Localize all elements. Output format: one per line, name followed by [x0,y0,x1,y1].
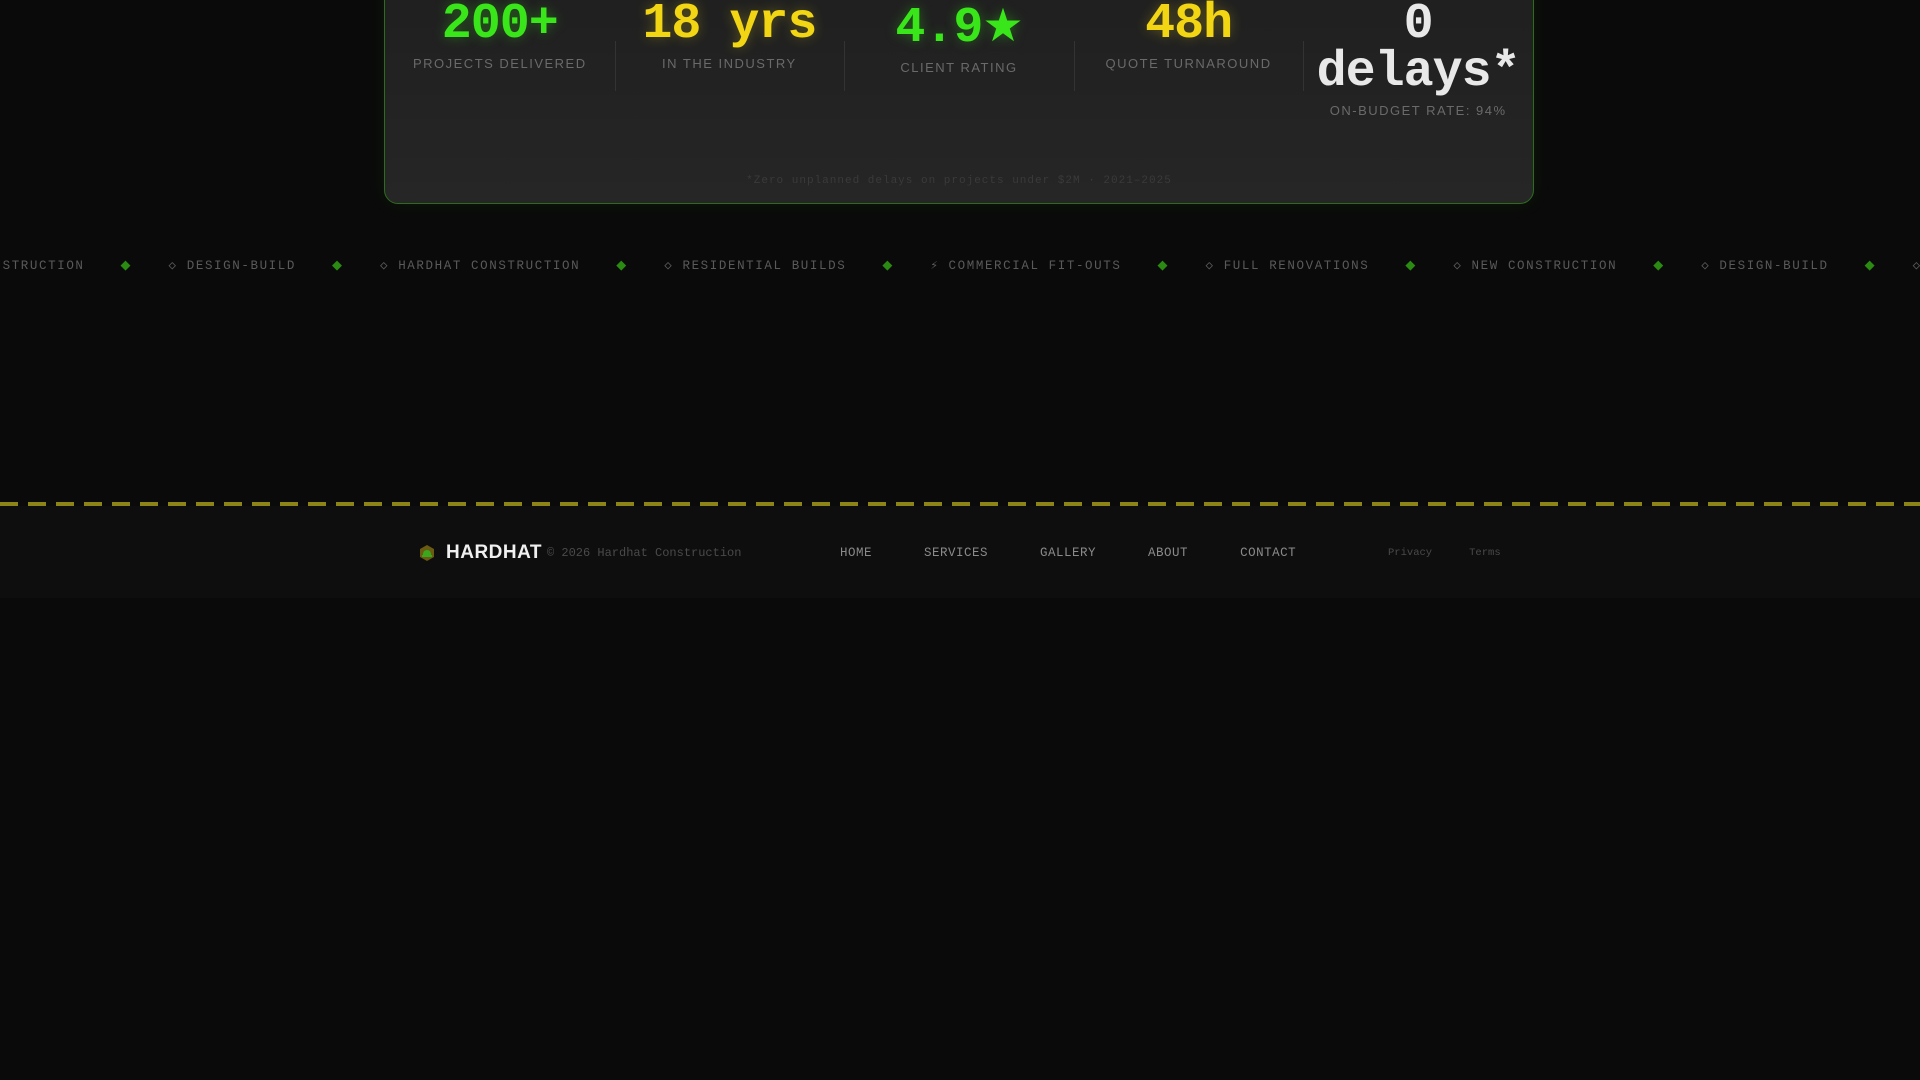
stat-value: 18 yrs [642,0,817,53]
terms-link[interactable]: Terms [1469,547,1501,559]
diamond-separator-icon: ◆ [616,258,627,273]
marquee-item: ◇ RESIDENTIAL BUILDS [664,259,847,273]
stat-value: 4.9★ [844,0,1074,54]
diamond-separator-icon: ◆ [331,258,342,273]
stats-row: 200+ PROJECTS DELIVERED 18 yrs IN THE IN… [385,0,1533,118]
stat-rating: 4.9★ CLIENT RATING [844,1,1074,118]
services-marquee: EW CONSTRUCTION ◆ ◇ DESIGN-BUILD ◆ ◇ HARDHAT… [0,256,1920,276]
stat-value-line2: delays* [1316,44,1521,101]
stat-value: 200+ [441,0,559,53]
stat-label: QUOTE TURNAROUND [1105,56,1272,71]
stat-label: CLIENT RATING [900,60,1018,75]
marquee-item: ◇ FULL RENOVATIONS [1205,259,1370,273]
stat-value: 0 delays* [1303,0,1533,101]
footer-nav-services[interactable]: SERVICES [924,546,988,560]
footer-brand[interactable]: HARDHAT [418,542,542,564]
hardhat-icon [418,544,436,562]
footer-nav-gallery[interactable]: GALLERY [1040,546,1096,560]
diamond-separator-icon: ◆ [882,258,893,273]
marquee-item: EW CONSTRUCTION [0,259,85,273]
stat-projects: 200+ PROJECTS DELIVERED [385,0,615,118]
stat-turnaround: 48h QUOTE TURNAROUND [1073,0,1304,118]
diamond-separator-icon: ◆ [1405,258,1416,273]
marquee-item: ⚡ COMMERCIAL FIT-OUTS [930,259,1122,273]
stat-label: IN THE INDUSTRY [662,56,797,71]
stat-delays: 0 delays* ON-BUDGET RATE: 94% [1303,0,1533,118]
stat-years: 18 yrs IN THE INDUSTRY [614,0,845,118]
site-footer: HARDHAT © 2026 Hardhat Construction HOME… [0,506,1920,598]
brand-name: HARDHAT [446,542,543,563]
copyright-text: © 2026 Hardhat Construction [547,546,742,560]
diamond-separator-icon: ◆ [120,258,131,273]
footer-nav-about[interactable]: ABOUT [1148,546,1188,560]
diamond-separator-icon: ◆ [1653,258,1664,273]
footer-nav-home[interactable]: HOME [840,546,872,560]
legal-links: Privacy Terms [1388,547,1538,559]
stats-card: 200+ PROJECTS DELIVERED 18 yrs IN THE IN… [384,0,1534,204]
marquee-item: ◇ DESIGN-BUILD [1701,259,1829,273]
marquee-item: ◇ HARDHAT [1912,259,1920,273]
footer-nav-contact[interactable]: CONTACT [1240,546,1296,560]
privacy-link[interactable]: Privacy [1388,547,1432,559]
rating-number: 4.9 [895,0,983,57]
marquee-item: ◇ HARDHAT CONSTRUCTION [379,259,581,273]
page: 200+ PROJECTS DELIVERED 18 yrs IN THE IN… [0,0,1920,1080]
stat-label: ON-BUDGET RATE: 94% [1329,103,1507,118]
diamond-separator-icon: ◆ [1157,258,1168,273]
stat-value: 48h [1145,0,1233,53]
diamond-separator-icon: ◆ [1864,258,1875,273]
star-icon: ★ [982,0,1023,52]
marquee-item: ◇ NEW CONSTRUCTION [1453,259,1618,273]
marquee-track: EW CONSTRUCTION ◆ ◇ DESIGN-BUILD ◆ ◇ HARDHAT… [0,256,1920,276]
stat-value-line1: 0 [1403,0,1434,53]
stats-footnote: *Zero unplanned delays on projects under… [746,175,1172,187]
stat-label: PROJECTS DELIVERED [412,56,587,71]
marquee-item: ◇ DESIGN-BUILD [168,259,296,273]
footer-nav: HOME SERVICES GALLERY ABOUT CONTACT [840,546,1348,560]
